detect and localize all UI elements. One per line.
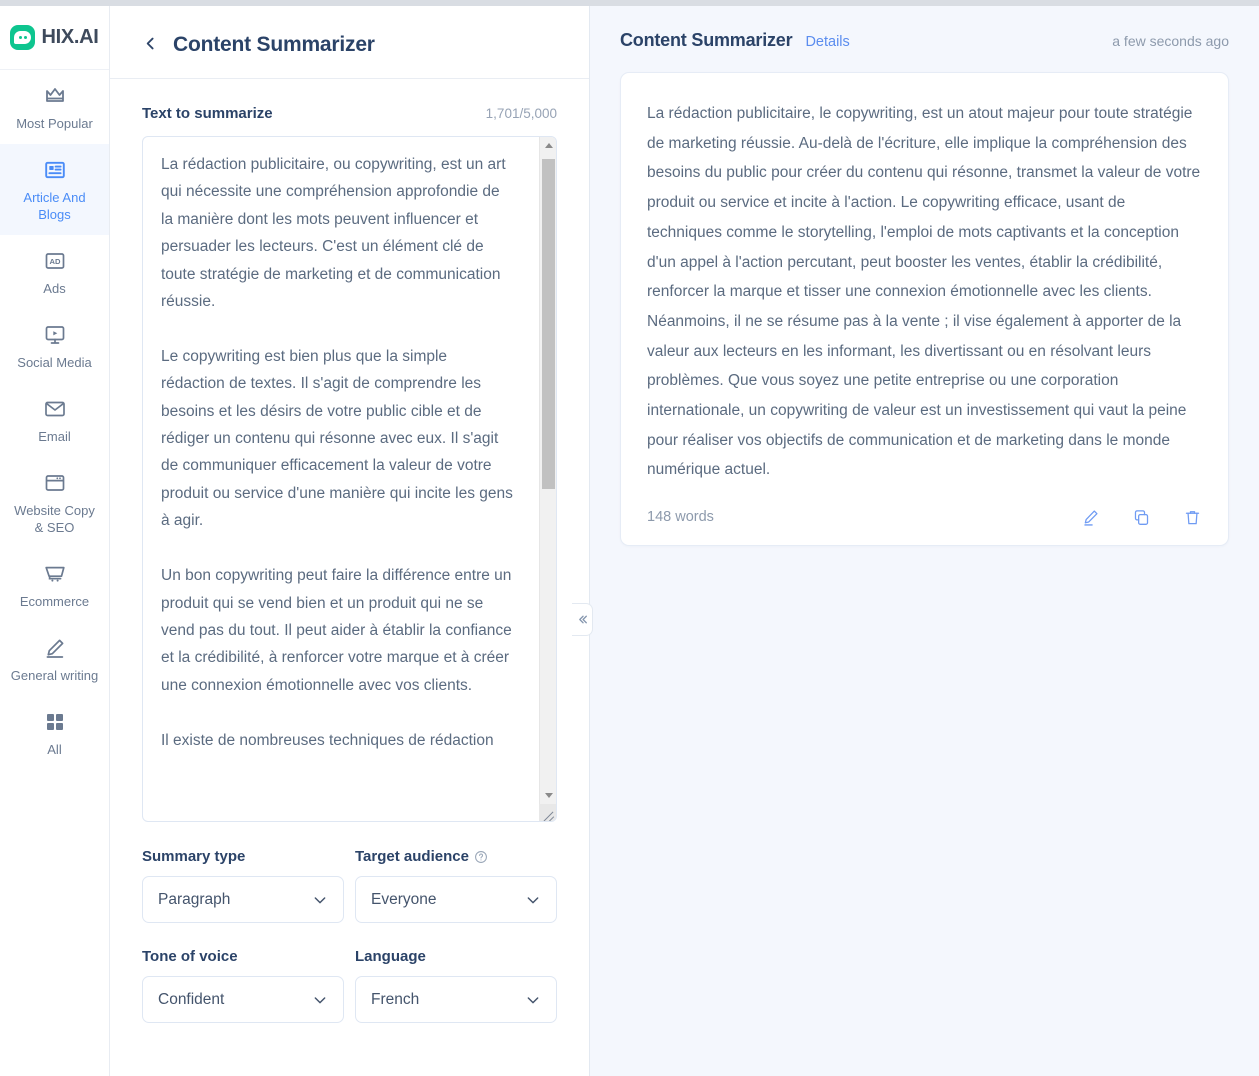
details-link[interactable]: Details: [805, 34, 849, 50]
sidebar-item-label: Website Copy & SEO: [14, 503, 95, 535]
sidebar-item-email[interactable]: Email: [0, 383, 109, 457]
sidebar-item-label: Ads: [43, 281, 66, 296]
select-value: French: [371, 990, 420, 1008]
copy-icon[interactable]: [1131, 507, 1151, 527]
chevron-left-icon[interactable]: [142, 35, 159, 57]
grid-icon: [43, 710, 67, 734]
character-counter: 1,701/5,000: [485, 106, 557, 121]
brand-name: HIX.AI: [41, 26, 99, 48]
chevron-down-icon: [312, 992, 328, 1008]
options-grid: Summary type Target audience Paragraph E…: [142, 822, 557, 1048]
scrollbar-thumb[interactable]: [542, 159, 555, 489]
sidebar-item-ecommerce[interactable]: Ecommerce: [0, 548, 109, 622]
article-icon: [43, 158, 67, 182]
word-count: 148 words: [647, 509, 714, 526]
text-to-summarize-label: Text to summarize: [142, 105, 273, 122]
label-text: Summary type: [142, 848, 246, 865]
trash-icon[interactable]: [1182, 507, 1202, 527]
crown-icon: [43, 84, 67, 108]
sidebar-item-social-media[interactable]: Social Media: [0, 309, 109, 383]
target-audience-label: Target audience: [355, 848, 557, 876]
pencil-edit-icon[interactable]: [1080, 507, 1100, 527]
sidebar-item-label: Email: [38, 429, 71, 444]
tone-of-voice-label: Tone of voice: [142, 948, 344, 976]
sidebar-item-label: All: [47, 742, 62, 757]
result-footer: 148 words: [647, 485, 1202, 527]
sidebar-item-all[interactable]: All: [0, 696, 109, 770]
tool-header: Content Summarizer: [142, 6, 557, 78]
textarea-value[interactable]: La rédaction publicitaire, ou copywritin…: [143, 137, 533, 821]
sidebar-item-label: Social Media: [17, 355, 92, 370]
sidebar-nav: Most Popular Article And Blogs AD Ads So…: [0, 70, 109, 770]
target-audience-select[interactable]: Everyone: [355, 876, 557, 923]
sidebar-item-label: Article And Blogs: [23, 190, 86, 222]
output-header: Content Summarizer Details a few seconds…: [620, 6, 1229, 72]
sidebar-item-ads[interactable]: AD Ads: [0, 235, 109, 309]
page-title: Content Summarizer: [173, 33, 375, 56]
label-text: Language: [355, 948, 426, 965]
language-label: Language: [355, 948, 557, 976]
sidebar-item-website-copy-seo[interactable]: Website Copy & SEO: [0, 457, 109, 548]
chevron-down-icon: [525, 992, 541, 1008]
output-title: Content Summarizer: [620, 30, 793, 50]
envelope-icon: [43, 397, 67, 421]
input-label-row: Text to summarize 1,701/5,000: [142, 79, 557, 136]
sidebar-item-label: General writing: [10, 668, 99, 683]
sidebar-item-label: Most Popular: [16, 116, 93, 131]
label-text: Tone of voice: [142, 948, 238, 965]
browser-top-bar: [0, 0, 1259, 6]
app-root: HIX.AI Most Popular Article And Blogs AD…: [0, 0, 1259, 1076]
ad-icon: AD: [43, 249, 67, 273]
label-text: Target audience: [355, 848, 469, 865]
browser-window-icon: [43, 471, 67, 495]
tool-form-panel: Content Summarizer Text to summarize 1,7…: [110, 0, 590, 1076]
monitor-play-icon: [43, 323, 67, 347]
brand-logo[interactable]: HIX.AI: [0, 6, 109, 70]
svg-text:AD: AD: [49, 257, 60, 266]
text-to-summarize-input[interactable]: La rédaction publicitaire, ou copywritin…: [142, 136, 557, 822]
summary-type-label: Summary type: [142, 848, 344, 876]
select-value: Paragraph: [158, 890, 231, 908]
sidebar-item-label: Ecommerce: [19, 594, 90, 609]
resize-grip-icon[interactable]: [539, 804, 556, 821]
chat-bubble-icon: [10, 25, 36, 50]
result-text: La rédaction publicitaire, le copywritin…: [647, 105, 1201, 479]
textarea-scrollbar[interactable]: [539, 137, 556, 821]
chevron-down-icon: [525, 892, 541, 908]
result-actions: [1080, 507, 1202, 527]
sidebar-item-article-and-blogs[interactable]: Article And Blogs: [0, 144, 109, 235]
scroll-up-arrow-icon[interactable]: [540, 137, 556, 154]
result-card: La rédaction publicitaire, le copywritin…: [620, 72, 1229, 547]
select-value: Everyone: [371, 890, 437, 908]
summary-type-select[interactable]: Paragraph: [142, 876, 344, 923]
sidebar-item-general-writing[interactable]: General writing: [0, 622, 109, 696]
scroll-down-arrow-icon[interactable]: [540, 787, 556, 804]
output-timestamp: a few seconds ago: [1112, 33, 1229, 49]
double-chevron-left-icon[interactable]: [572, 603, 593, 636]
language-select[interactable]: French: [355, 976, 557, 1023]
select-value: Confident: [158, 990, 225, 1008]
sidebar: HIX.AI Most Popular Article And Blogs AD…: [0, 0, 110, 1076]
chevron-down-icon: [312, 892, 328, 908]
sidebar-item-most-popular[interactable]: Most Popular: [0, 70, 109, 144]
output-panel: Content Summarizer Details a few seconds…: [572, 0, 1259, 1076]
tone-of-voice-select[interactable]: Confident: [142, 976, 344, 1023]
shopping-cart-icon: [43, 562, 67, 586]
pencil-icon: [43, 636, 67, 660]
question-circle-icon[interactable]: [474, 850, 488, 864]
